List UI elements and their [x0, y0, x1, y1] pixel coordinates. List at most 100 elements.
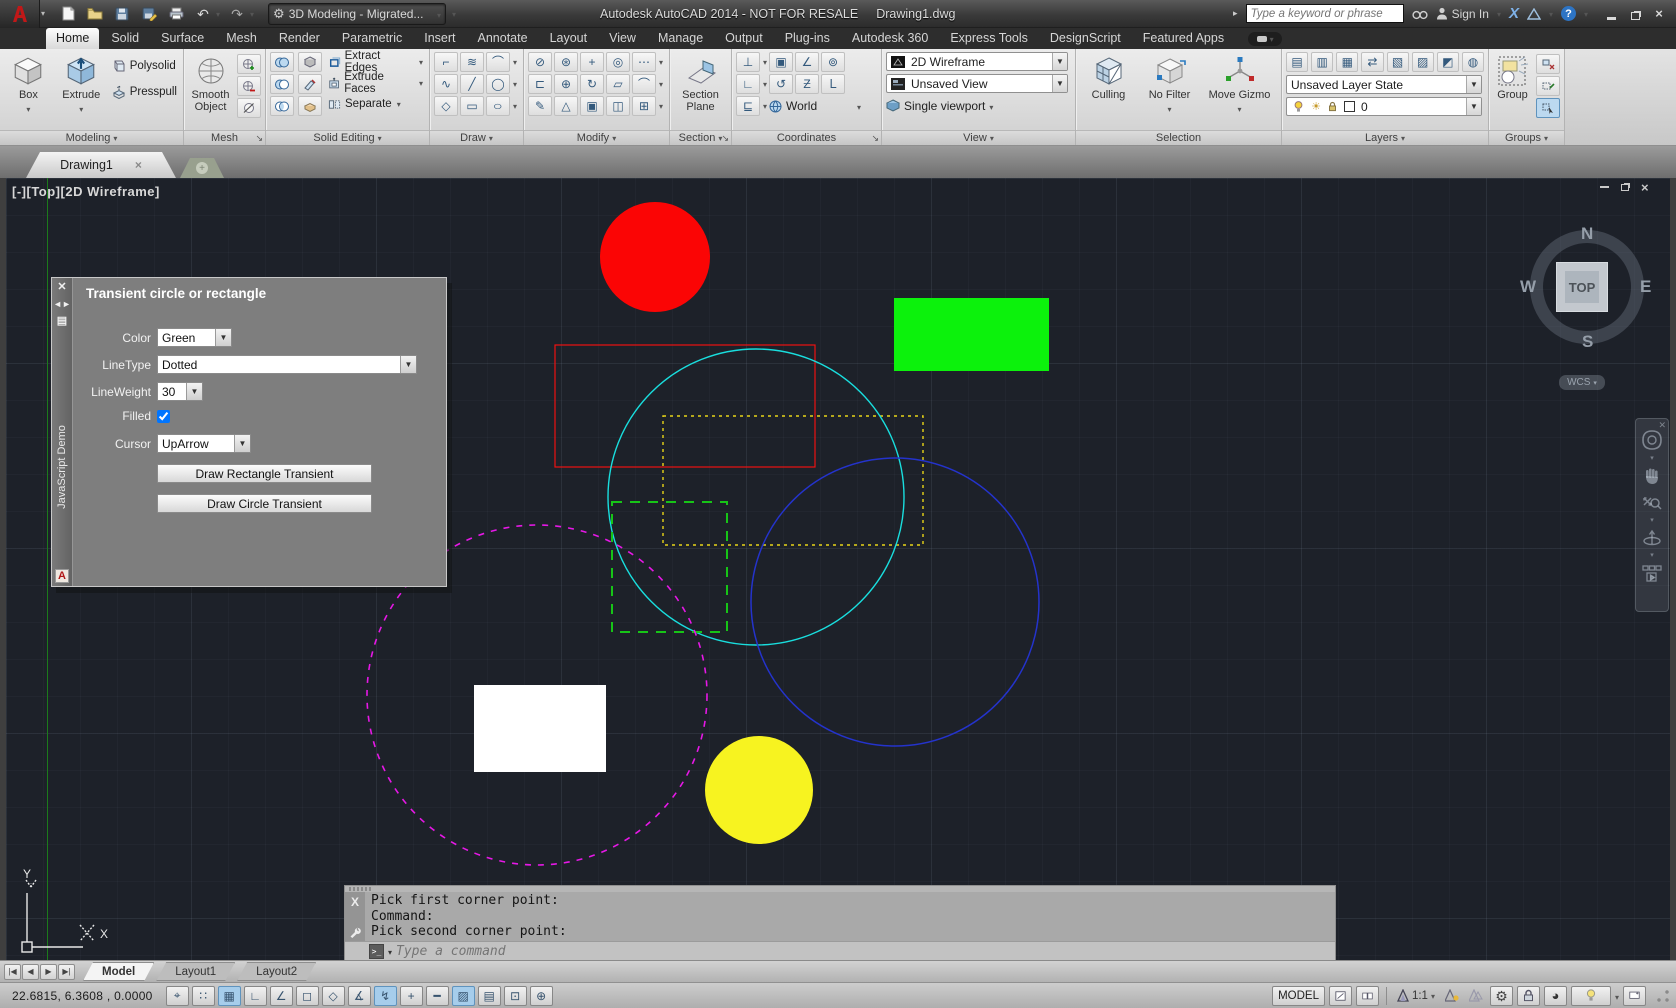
exchange-apps-icon[interactable]: X — [1509, 5, 1519, 22]
layer-match-button[interactable]: ▥ — [1311, 52, 1334, 72]
green-dashed-rectangle[interactable] — [611, 501, 728, 633]
draw-ellipse-arrow[interactable] — [513, 102, 517, 111]
mesh-smooth-less-button[interactable] — [237, 76, 261, 96]
red-outline-rectangle[interactable] — [554, 344, 816, 468]
modify-stretch-button[interactable]: ⊘ — [528, 52, 552, 72]
modify-array-button[interactable]: ▣ — [580, 96, 604, 116]
orbit-arrow[interactable]: ▾ — [1650, 552, 1654, 559]
workspace-switching-button[interactable]: ⚙ — [1489, 985, 1513, 1006]
panel-label-solid-editing[interactable]: Solid Editing — [266, 130, 429, 145]
toggle-annotation-monitor[interactable]: ⊕ — [529, 985, 553, 1006]
zoom-button[interactable] — [1641, 491, 1663, 513]
lineweight-dropdown-arrow[interactable]: ▼ — [186, 383, 202, 400]
interfere-button[interactable] — [298, 96, 322, 116]
ucs-icon[interactable]: Y X — [6, 868, 116, 960]
layer-state-dropdown[interactable]: Unsaved Layer State ▼ — [1286, 75, 1482, 94]
model-space-button[interactable]: MODEL — [1272, 985, 1325, 1006]
move-gizmo-arrow[interactable] — [1237, 101, 1241, 115]
draw-polygon-button[interactable]: ◇ — [434, 96, 458, 116]
navigation-wheel-button[interactable] — [1641, 429, 1663, 451]
polysolid-button[interactable]: Polysolid — [110, 56, 179, 76]
toggle-object-snap-tracking[interactable]: ∡ — [347, 985, 371, 1006]
showmotion-button[interactable] — [1641, 563, 1663, 585]
annotation-autoscale-button[interactable] — [1466, 986, 1486, 1006]
modify-fillet-button[interactable]: ⌒ — [632, 74, 656, 94]
toolbar-lock-button[interactable] — [1516, 985, 1540, 1006]
layer-freeze-button[interactable]: ◩ — [1436, 52, 1459, 72]
culling-button[interactable]: Culling — [1082, 52, 1136, 130]
modify-pedit-button[interactable]: ⊏ — [528, 74, 552, 94]
modify-scale-button[interactable]: △ — [554, 96, 578, 116]
panel-label-mesh[interactable]: Mesh — [184, 130, 265, 145]
linetype-dropdown-arrow[interactable]: ▼ — [400, 356, 416, 373]
sign-in-button[interactable]: Sign In — [1436, 7, 1489, 21]
draw-circle-button[interactable]: ◯ — [486, 74, 510, 94]
zoom-arrow[interactable]: ▾ — [1650, 517, 1654, 524]
mesh-refine-button[interactable] — [237, 54, 261, 74]
ribbon-tab-autodesk360[interactable]: Autodesk 360 — [842, 28, 938, 49]
layout-tab-model[interactable]: Model — [83, 962, 154, 981]
solid-union-button[interactable] — [270, 52, 294, 72]
window-minimize-button[interactable] — [1604, 8, 1618, 20]
modify-explode-button[interactable]: ⋯ — [632, 52, 656, 72]
ribbon-tab-render[interactable]: Render — [269, 28, 330, 49]
ribbon-tab-annotate[interactable]: Annotate — [468, 28, 538, 49]
thicken-button[interactable] — [298, 74, 322, 94]
modify-rotate-button[interactable]: ↻ — [580, 74, 604, 94]
performance-button[interactable]: ◕ — [1543, 985, 1567, 1006]
panel-label-modify[interactable]: Modify — [524, 130, 669, 145]
mesh-no-smooth-button[interactable] — [237, 98, 261, 118]
status-options-arrow[interactable] — [1615, 989, 1619, 1003]
viewport-config-dropdown[interactable]: Single viewport — [886, 96, 1071, 115]
plot-button[interactable] — [166, 4, 186, 24]
ucs-arrow[interactable] — [763, 58, 767, 67]
named-view-dropdown[interactable]: Unsaved View ▼ — [886, 74, 1068, 93]
toggle-quick-properties[interactable]: ▤ — [477, 985, 501, 1006]
box-button[interactable]: Box — [4, 52, 53, 130]
pan-button[interactable] — [1642, 466, 1662, 486]
move-gizmo-button[interactable]: Move Gizmo — [1204, 52, 1276, 130]
color-dropdown-arrow[interactable]: ▼ — [215, 329, 231, 346]
viewcube-east[interactable]: E — [1640, 277, 1651, 297]
viewcube-south[interactable]: S — [1582, 332, 1593, 352]
ribbon-tab-manage[interactable]: Manage — [648, 28, 713, 49]
command-close-icon[interactable]: X — [351, 895, 359, 909]
file-tab-drawing1[interactable]: Drawing1 × — [26, 152, 176, 178]
quick-view-layouts-button[interactable] — [1328, 985, 1352, 1006]
visual-style-arrow[interactable]: ▼ — [1052, 53, 1067, 70]
first-layout-button[interactable]: |◀ — [4, 963, 21, 980]
cyan-circle[interactable] — [607, 348, 905, 646]
viewport-restore-button[interactable] — [1621, 181, 1629, 193]
white-filled-rectangle[interactable] — [474, 685, 606, 772]
ungroup-button[interactable] — [1536, 54, 1560, 74]
undo-dropdown-arrow[interactable] — [216, 9, 220, 19]
layer-unisolate-button[interactable]: ▨ — [1411, 52, 1434, 72]
panel-label-modeling[interactable]: Modeling — [0, 130, 183, 145]
viewport-close-button[interactable]: × — [1641, 180, 1649, 195]
extrude-faces-arrow[interactable] — [419, 79, 423, 88]
solid-subtract-button[interactable] — [270, 74, 294, 94]
draw-polyline-button[interactable]: ⌐ — [434, 52, 458, 72]
modify-row3-arrow[interactable] — [659, 102, 663, 111]
smooth-object-button[interactable]: Smooth Object — [188, 52, 233, 130]
cursor-dropdown[interactable]: UpArrow ▼ — [157, 434, 251, 453]
cursor-dropdown-arrow[interactable]: ▼ — [234, 435, 250, 452]
linetype-dropdown[interactable]: Dotted ▼ — [157, 355, 417, 374]
sign-in-dropdown-arrow[interactable] — [1497, 9, 1501, 19]
search-button[interactable] — [1411, 8, 1428, 20]
layer-previous-button[interactable]: ⇄ — [1361, 52, 1384, 72]
help-dropdown-arrow[interactable] — [1584, 9, 1588, 19]
command-history[interactable]: Pick first corner point: Command: Pick s… — [365, 892, 1335, 941]
navbar-close-icon[interactable]: ✕ — [1658, 420, 1666, 431]
named-view-arrow[interactable]: ▼ — [1052, 75, 1067, 92]
coordinates-panel-launcher[interactable] — [871, 133, 879, 144]
redo-dropdown-arrow[interactable] — [250, 9, 254, 19]
wcs-menu-button[interactable]: WCS — [1559, 375, 1605, 390]
layer-off-button[interactable]: ◍ — [1461, 52, 1484, 72]
separate-button[interactable]: Separate — [326, 94, 425, 114]
mesh-panel-launcher[interactable] — [255, 133, 263, 144]
slice-button[interactable] — [298, 52, 322, 72]
ribbon-display-options-button[interactable] — [1248, 32, 1283, 46]
modify-3d-align-button[interactable]: ⊛ — [554, 52, 578, 72]
ribbon-tab-layout[interactable]: Layout — [540, 28, 598, 49]
